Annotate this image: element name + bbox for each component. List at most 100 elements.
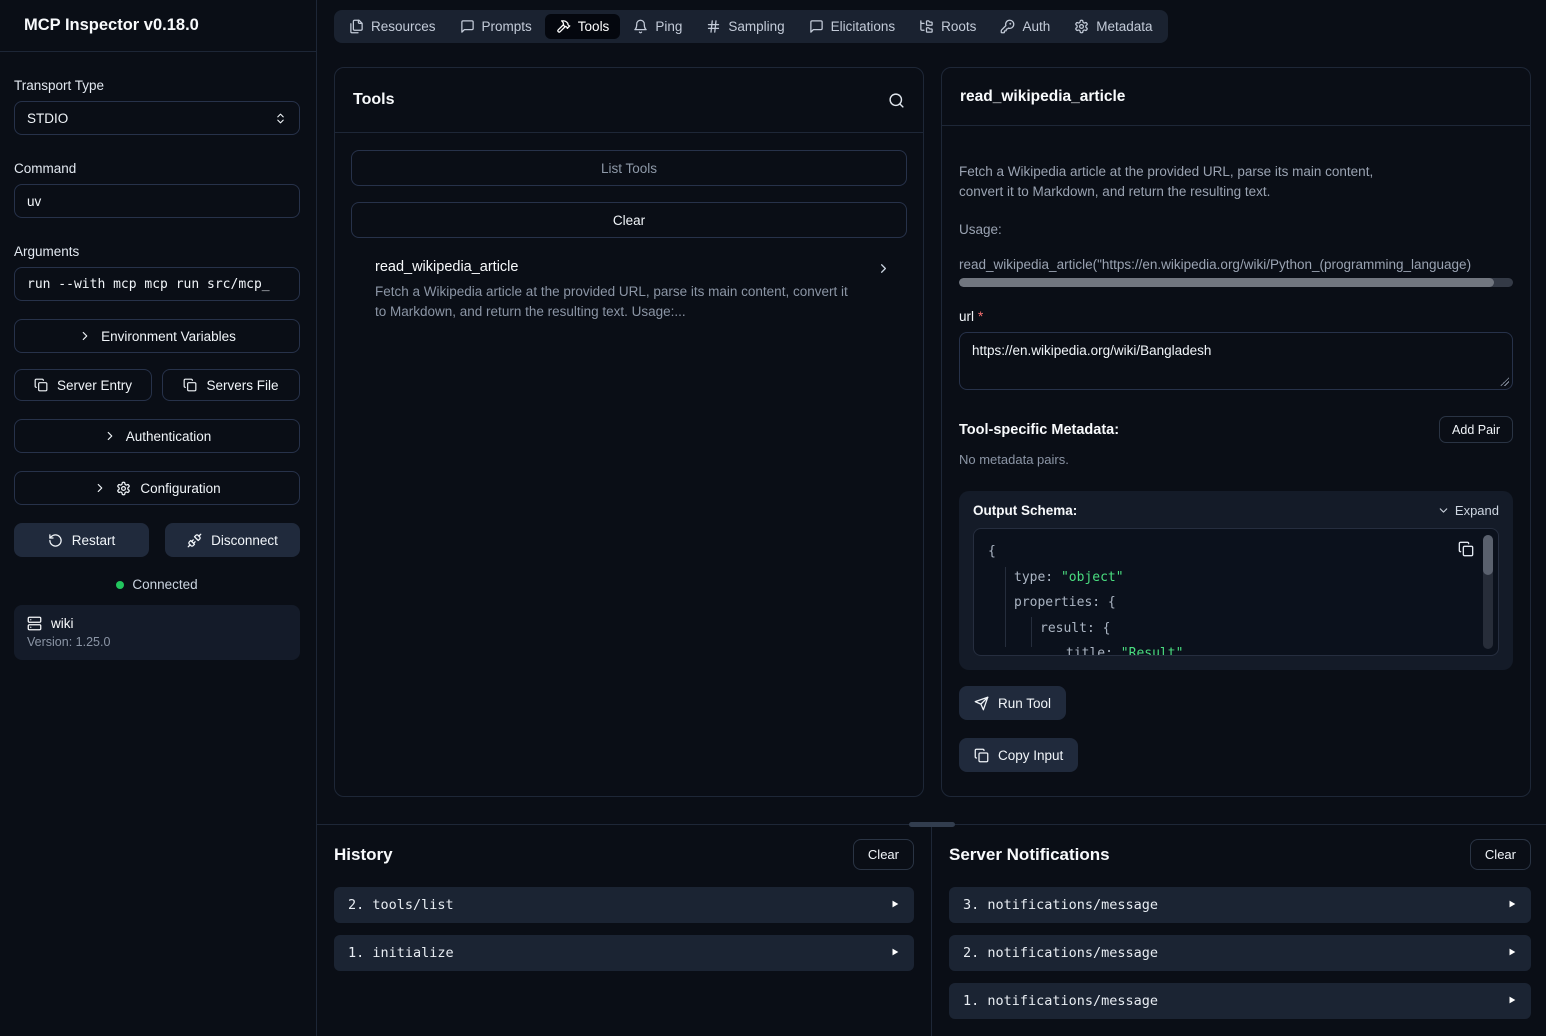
tab-resources[interactable]: Resources: [338, 14, 447, 39]
gear-icon: [116, 481, 131, 496]
search-icon[interactable]: [888, 92, 905, 109]
tool-description: Fetch a Wikipedia article at the provide…: [375, 282, 895, 322]
send-icon: [974, 696, 989, 711]
usage-label: Usage:: [959, 222, 1513, 237]
message-square-icon: [460, 19, 475, 34]
transport-type-label: Transport Type: [14, 78, 300, 93]
authentication-label: Authentication: [126, 429, 212, 444]
horizontal-scrollbar[interactable]: [959, 278, 1513, 287]
tab-sampling[interactable]: Sampling: [695, 14, 795, 39]
configuration-button[interactable]: Configuration: [14, 471, 300, 505]
history-panel: History Clear 2. tools/list 1. initializ…: [317, 825, 932, 1036]
tab-label: Auth: [1022, 19, 1050, 34]
play-icon: [1507, 993, 1517, 1009]
chevron-right-icon: [876, 261, 891, 276]
main-area: Resources Prompts Tools Ping Sampling El…: [317, 0, 1546, 1036]
restart-label: Restart: [72, 533, 116, 548]
unplug-icon: [187, 533, 202, 548]
copy-input-button[interactable]: Copy Input: [959, 738, 1078, 772]
command-input[interactable]: [14, 184, 300, 218]
bell-icon: [633, 19, 648, 34]
list-tools-button[interactable]: List Tools: [351, 150, 907, 186]
chevron-right-icon: [103, 429, 117, 443]
tab-tools[interactable]: Tools: [545, 14, 621, 39]
tab-roots[interactable]: Roots: [908, 14, 987, 39]
add-pair-button[interactable]: Add Pair: [1439, 416, 1513, 443]
authentication-button[interactable]: Authentication: [14, 419, 300, 453]
code-line: type: "object": [988, 565, 1484, 591]
key-icon: [1000, 19, 1015, 34]
vertical-scrollbar[interactable]: [1483, 535, 1493, 649]
connection-status-label: Connected: [132, 577, 197, 592]
tab-label: Ping: [655, 19, 682, 34]
tab-label: Elicitations: [831, 19, 896, 34]
server-entry-button[interactable]: Server Entry: [14, 369, 152, 401]
output-schema-label: Output Schema:: [973, 503, 1077, 518]
play-icon: [1507, 945, 1517, 961]
tab-label: Metadata: [1096, 19, 1152, 34]
notification-item[interactable]: 1. notifications/message: [949, 983, 1531, 1019]
server-version: Version: 1.25.0: [27, 635, 287, 649]
code-line: properties: {: [988, 590, 1484, 616]
arguments-label: Arguments: [14, 244, 300, 259]
restart-button[interactable]: Restart: [14, 523, 149, 557]
vertical-scrollbar-thumb[interactable]: [1483, 535, 1493, 575]
clear-history-button[interactable]: Clear: [853, 839, 914, 870]
arguments-input[interactable]: [14, 267, 300, 301]
url-field-label: url*: [959, 309, 1513, 324]
connected-dot: [116, 581, 124, 589]
notification-item-label: 3. notifications/message: [963, 897, 1158, 913]
splitter-drag-handle[interactable]: [909, 822, 955, 827]
expand-toggle[interactable]: Expand: [1437, 503, 1499, 518]
server-notifications-title: Server Notifications: [949, 845, 1110, 865]
run-tool-label: Run Tool: [998, 696, 1051, 711]
tab-metadata[interactable]: Metadata: [1063, 14, 1163, 39]
code-line: title: "Result": [988, 641, 1484, 656]
gear-icon: [1074, 19, 1089, 34]
servers-file-button[interactable]: Servers File: [162, 369, 300, 401]
servers-file-label: Servers File: [206, 378, 278, 393]
folder-tree-icon: [919, 19, 934, 34]
tab-prompts[interactable]: Prompts: [449, 14, 543, 39]
horizontal-scrollbar-thumb[interactable]: [959, 278, 1494, 287]
app-title: MCP Inspector v0.18.0: [24, 16, 199, 35]
clear-tools-button[interactable]: Clear: [351, 202, 907, 238]
tab-label: Tools: [578, 19, 610, 34]
configuration-label: Configuration: [140, 481, 220, 496]
disconnect-button[interactable]: Disconnect: [165, 523, 300, 557]
resize-handle[interactable]: [1500, 377, 1509, 386]
tab-elicitations[interactable]: Elicitations: [798, 14, 907, 39]
hash-icon: [706, 19, 721, 34]
indent-guide: [1005, 567, 1006, 647]
server-name: wiki: [51, 616, 74, 631]
clear-notifications-button[interactable]: Clear: [1470, 839, 1531, 870]
tab-ping[interactable]: Ping: [622, 14, 693, 39]
tools-panel-title: Tools: [353, 91, 394, 109]
tab-auth[interactable]: Auth: [989, 14, 1061, 39]
notification-item[interactable]: 2. notifications/message: [949, 935, 1531, 971]
required-marker: *: [978, 309, 983, 324]
tool-detail-panel: read_wikipedia_article Fetch a Wikipedia…: [941, 67, 1531, 797]
code-line: {: [988, 539, 1484, 565]
history-item[interactable]: 1. initialize: [334, 935, 914, 971]
run-tool-button[interactable]: Run Tool: [959, 686, 1066, 720]
chevron-right-icon: [78, 329, 92, 343]
history-item[interactable]: 2. tools/list: [334, 887, 914, 923]
connection-status: Connected: [14, 577, 300, 592]
play-icon: [890, 897, 900, 913]
notification-item[interactable]: 3. notifications/message: [949, 887, 1531, 923]
top-nav: Resources Prompts Tools Ping Sampling El…: [334, 10, 1168, 43]
history-title: History: [334, 845, 393, 865]
tool-list-item[interactable]: read_wikipedia_article Fetch a Wikipedia…: [351, 259, 907, 322]
chevron-down-icon: [1437, 504, 1450, 517]
app-header: MCP Inspector v0.18.0: [0, 0, 316, 52]
output-schema-section: Output Schema: Expand { type: "object" p…: [959, 491, 1513, 670]
copy-input-label: Copy Input: [998, 748, 1063, 763]
restart-icon: [48, 533, 63, 548]
files-icon: [349, 19, 364, 34]
transport-type-select[interactable]: STDIO: [14, 101, 300, 135]
copy-schema-icon[interactable]: [1458, 541, 1474, 557]
environment-variables-button[interactable]: Environment Variables: [14, 319, 300, 353]
url-input[interactable]: [959, 332, 1513, 390]
code-line: result: {: [988, 616, 1484, 642]
